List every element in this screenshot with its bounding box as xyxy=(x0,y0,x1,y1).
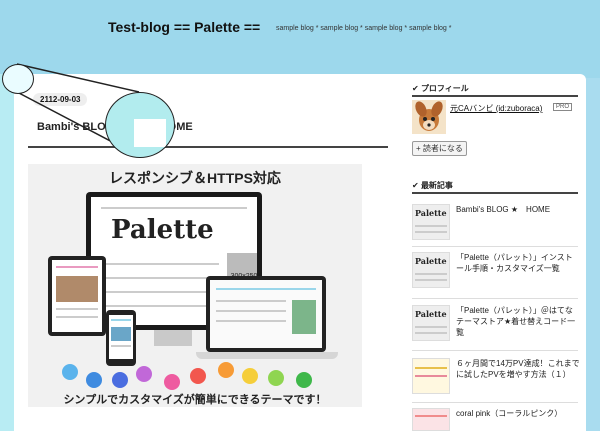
phone-graphic xyxy=(106,310,136,366)
laptop-base xyxy=(196,352,338,359)
article-title[interactable]: Bambi's BLOG ★ HOME xyxy=(456,204,580,215)
article-thumbnail[interactable]: Palette xyxy=(412,252,450,288)
color-dot xyxy=(268,370,284,386)
article-separator xyxy=(412,298,578,299)
color-dot xyxy=(242,368,258,384)
pro-badge: PRO xyxy=(553,103,573,111)
article-separator xyxy=(412,402,578,403)
profile-name-link[interactable]: 元CAバンビ (id:zuboraca) xyxy=(450,103,542,114)
color-dot xyxy=(218,362,234,378)
article-thumbnail[interactable]: Palette xyxy=(412,305,450,341)
color-dot xyxy=(164,374,180,390)
article-separator xyxy=(412,350,578,351)
article-separator xyxy=(412,246,578,247)
magnifier-large-lens xyxy=(105,92,175,158)
color-dot xyxy=(190,368,206,384)
magnifier-small-lens xyxy=(2,64,34,94)
recent-articles-heading: ✔ 最新記事 xyxy=(412,181,453,190)
laptop-graphic xyxy=(206,276,326,352)
color-dot xyxy=(62,364,78,380)
monitor-palette-word: Palette xyxy=(111,215,214,245)
article-thumbnail[interactable] xyxy=(412,358,450,394)
color-dot xyxy=(136,366,152,382)
article-title[interactable]: coral pink（コーラルピンク） xyxy=(456,408,580,419)
hero-top-text: レスポンシブ＆HTTPS対応 xyxy=(109,170,281,186)
tablet-graphic xyxy=(48,256,106,336)
hero-image[interactable]: レスポンシブ＆HTTPS対応 Palette 300x250 xyxy=(28,164,362,407)
hero-bottom-text: シンプルでカスタマイズが簡単にできるテーマです！ xyxy=(63,394,327,406)
profile-avatar[interactable] xyxy=(412,100,446,134)
article-title[interactable]: 「Palette（パレット）」＠はてなテーマストア★着せ替えコード一覧 xyxy=(456,305,580,338)
recent-articles-rule xyxy=(412,192,578,194)
color-dot xyxy=(86,372,102,388)
monitor-stand xyxy=(154,330,192,346)
profile-heading: ✔ プロフィール xyxy=(412,84,469,93)
color-dot xyxy=(112,372,128,388)
article-title[interactable]: ６ヶ月間で14万PV達成！これまでに試したPVを増やす方法（１） xyxy=(456,358,580,380)
article-title[interactable]: 「Palette（パレット）」インストール手順・カスタマイズ一覧 xyxy=(456,252,580,274)
color-dot xyxy=(296,372,312,388)
article-thumbnail[interactable] xyxy=(412,408,450,431)
subscribe-button[interactable]: + 読者になる xyxy=(412,141,467,156)
article-thumbnail[interactable]: Palette xyxy=(412,204,450,240)
profile-heading-rule xyxy=(412,95,578,97)
